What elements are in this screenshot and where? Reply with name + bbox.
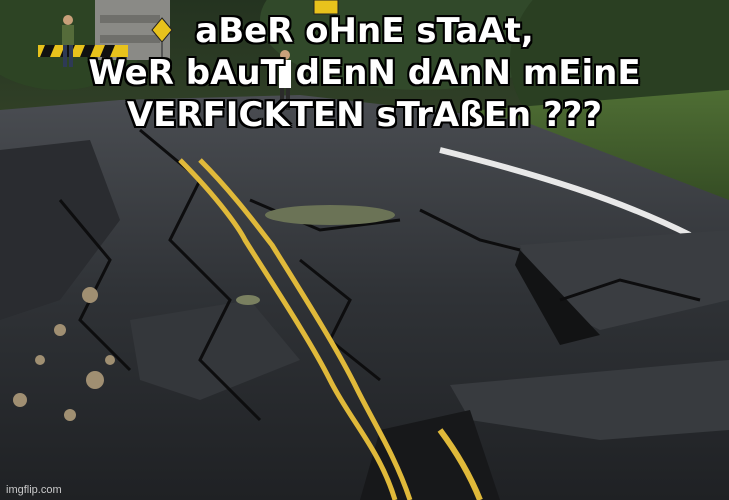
- imgflip-watermark: imgflip.com: [6, 484, 62, 496]
- puddle: [265, 205, 395, 225]
- caption-line-1: aBeR oHnE sTaAt,: [195, 11, 534, 51]
- meme-canvas: aBeR oHnE sTaAt, WeR bAuT dEnN dAnN mEin…: [0, 0, 729, 500]
- caption-line-2: WeR bAuT dEnN dAnN mEinE: [88, 53, 641, 93]
- meme-caption: aBeR oHnE sTaAt, WeR bAuT dEnN dAnN mEin…: [0, 10, 729, 136]
- caption-line-3: VERFICKTEN sTrAßEn ???: [126, 95, 603, 135]
